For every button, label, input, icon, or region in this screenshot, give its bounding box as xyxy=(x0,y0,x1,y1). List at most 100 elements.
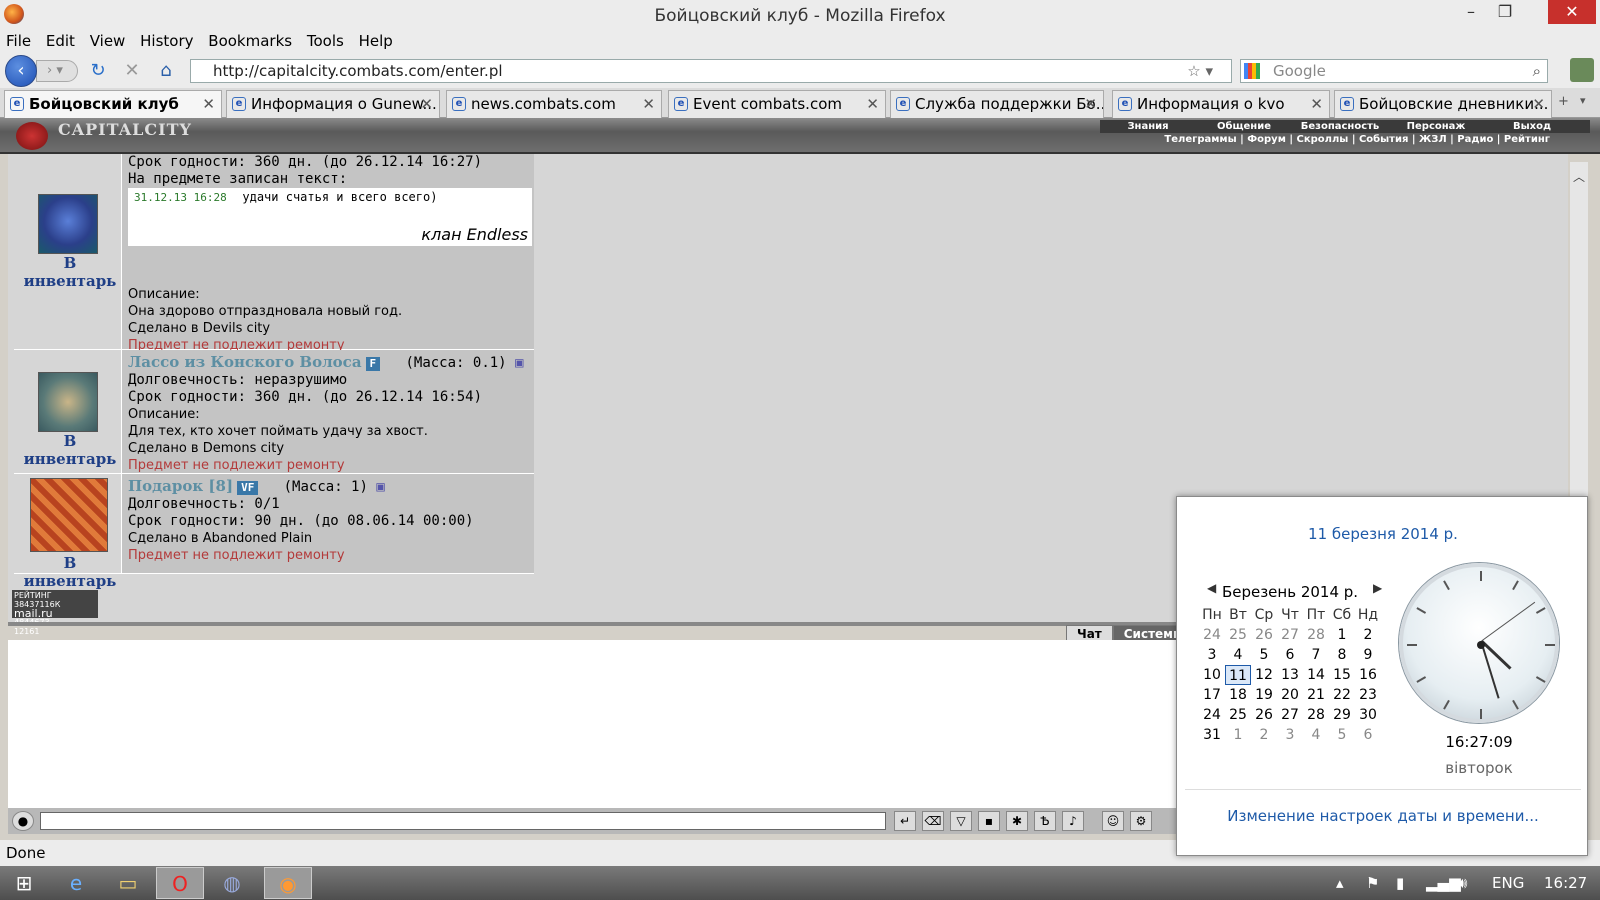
item-name[interactable]: Подарок [8] xyxy=(128,477,233,495)
game-menu-communication[interactable]: Общение xyxy=(1196,120,1292,133)
menu-file[interactable]: File xyxy=(6,30,31,52)
tab-diaries[interactable]: e Бойцовские дневники... ✕ xyxy=(1334,90,1552,118)
internet-explorer-icon[interactable]: e xyxy=(52,867,100,899)
calendar-day[interactable]: 31 xyxy=(1199,725,1225,745)
clear-icon[interactable]: ⌫ xyxy=(922,811,944,831)
calendar-day[interactable]: 20 xyxy=(1277,685,1303,705)
tab-event[interactable]: e Event combats.com ✕ xyxy=(668,90,886,118)
calendar-day[interactable]: 26 xyxy=(1251,705,1277,725)
calendar-day[interactable]: 2 xyxy=(1355,625,1381,645)
to-inventory-link[interactable]: В инвентарь xyxy=(16,432,124,468)
calendar-day[interactable]: 26 xyxy=(1251,625,1277,645)
tab-close-icon[interactable]: ✕ xyxy=(1084,91,1097,117)
calendar-day[interactable]: 16 xyxy=(1355,665,1381,685)
save-icon[interactable]: ▪ xyxy=(978,811,1000,831)
tab-close-icon[interactable]: ✕ xyxy=(420,91,433,117)
file-explorer-icon[interactable]: ▭ xyxy=(104,867,152,899)
calendar-day[interactable]: 4 xyxy=(1303,725,1329,745)
chat-input[interactable] xyxy=(40,812,886,830)
calendar-day[interactable]: 8 xyxy=(1329,645,1355,665)
calendar-day[interactable]: 27 xyxy=(1277,705,1303,725)
item-image[interactable] xyxy=(38,194,98,254)
calendar-day[interactable]: 5 xyxy=(1251,645,1277,665)
calendar-day[interactable]: 28 xyxy=(1303,625,1329,645)
language-indicator[interactable]: ENG xyxy=(1492,866,1524,900)
private-icon[interactable]: ✱ xyxy=(1006,811,1028,831)
date-time-settings-link[interactable]: Изменение настроек даты и времени... xyxy=(1177,807,1589,825)
menu-bookmarks[interactable]: Bookmarks xyxy=(208,30,292,52)
calendar-day[interactable]: 21 xyxy=(1303,685,1329,705)
calendar-day[interactable]: 11 xyxy=(1225,665,1251,685)
calendar-day[interactable]: 19 xyxy=(1251,685,1277,705)
start-icon[interactable]: ⊞ xyxy=(0,867,48,899)
calendar-day[interactable]: 3 xyxy=(1199,645,1225,665)
tab-fight-club[interactable]: e Бойцовский клуб ✕ xyxy=(4,90,222,118)
scrollbar[interactable]: ︿ xyxy=(1570,162,1588,498)
calendar-day[interactable]: 24 xyxy=(1199,625,1225,645)
reload-icon[interactable]: ↻ xyxy=(87,60,109,82)
flag-icon[interactable]: ⚑ xyxy=(1366,866,1379,900)
calendar-day[interactable]: 14 xyxy=(1303,665,1329,685)
game-submenu[interactable]: Телеграммы | Форум | Скроллы | События |… xyxy=(1105,134,1590,145)
tab-close-icon[interactable]: ✕ xyxy=(866,91,879,117)
calendar-day[interactable]: 25 xyxy=(1225,625,1251,645)
filter-icon[interactable]: ▽ xyxy=(950,811,972,831)
tab-close-icon[interactable]: ✕ xyxy=(1310,91,1323,117)
firefox-taskbar-icon[interactable]: ◉ xyxy=(264,867,312,899)
menu-edit[interactable]: Edit xyxy=(46,30,75,52)
tab-close-icon[interactable]: ✕ xyxy=(202,91,215,117)
to-inventory-link[interactable]: В инвентарь xyxy=(16,254,124,290)
addon-icon[interactable] xyxy=(1570,58,1594,82)
opera-icon[interactable]: O xyxy=(156,867,204,899)
smiley-icon[interactable]: ☺ xyxy=(1102,811,1124,831)
minimize-button[interactable]: – xyxy=(1456,0,1486,24)
item-image[interactable] xyxy=(30,478,108,552)
send-icon[interactable]: ↵ xyxy=(894,811,916,831)
calendar-day[interactable]: 2 xyxy=(1251,725,1277,745)
forward-button[interactable]: › ▾ xyxy=(36,60,78,82)
game-client-icon[interactable]: ◍ xyxy=(208,867,256,899)
calendar-day[interactable]: 5 xyxy=(1329,725,1355,745)
calendar-day[interactable]: 4 xyxy=(1225,645,1251,665)
calendar-day[interactable]: 22 xyxy=(1329,685,1355,705)
calendar-day[interactable]: 29 xyxy=(1329,705,1355,725)
stop-icon[interactable]: ✕ xyxy=(121,60,143,82)
translit-icon[interactable]: Ѣ xyxy=(1034,811,1056,831)
url-bar[interactable]: http://capitalcity.combats.com/enter.pl … xyxy=(190,59,1232,83)
taskbar-clock[interactable]: 16:27 xyxy=(1544,866,1587,900)
bookmark-star-icon[interactable]: ☆ ▾ xyxy=(1187,60,1213,82)
tab-close-icon[interactable]: ✕ xyxy=(642,91,655,117)
month-title[interactable]: Березень 2014 р. xyxy=(1205,583,1375,601)
battery-icon[interactable]: ▮ xyxy=(1396,866,1404,900)
calendar-day[interactable]: 15 xyxy=(1329,665,1355,685)
tab-support[interactable]: e Служба поддержки Бо... ✕ xyxy=(890,90,1104,118)
chat-options-icon[interactable]: ● xyxy=(12,811,34,831)
settings-icon[interactable]: ⚙ xyxy=(1130,811,1152,831)
menu-help[interactable]: Help xyxy=(359,30,393,52)
next-month-icon[interactable]: ▶ xyxy=(1373,581,1382,595)
new-tab-icon[interactable]: + xyxy=(1558,94,1569,109)
item-image[interactable] xyxy=(38,372,98,432)
game-menu-exit[interactable]: Выход xyxy=(1484,120,1580,133)
calendar-day[interactable]: 27 xyxy=(1277,625,1303,645)
back-button[interactable]: ‹ xyxy=(5,55,37,87)
calendar-day[interactable]: 9 xyxy=(1355,645,1381,665)
game-menu-security[interactable]: Безопасность xyxy=(1292,120,1388,133)
calendar-day[interactable]: 13 xyxy=(1277,665,1303,685)
calendar-day[interactable]: 10 xyxy=(1199,665,1225,685)
menu-history[interactable]: History xyxy=(140,30,193,52)
game-menu-knowledge[interactable]: Знания xyxy=(1100,120,1196,133)
calendar-day[interactable]: 17 xyxy=(1199,685,1225,705)
sound-icon[interactable]: ♪ xyxy=(1062,811,1084,831)
tray-expand-icon[interactable]: ▴ xyxy=(1336,866,1344,900)
full-date-link[interactable]: 11 березня 2014 р. xyxy=(1177,525,1589,543)
calendar-day[interactable]: 30 xyxy=(1355,705,1381,725)
calendar-day[interactable]: 25 xyxy=(1225,705,1251,725)
mailru-counter[interactable]: РЕЙТИНГ 38437116К mail.ru 4844673 12161 xyxy=(12,590,98,636)
tab-list-icon[interactable]: ▾ xyxy=(1580,94,1586,107)
tab-gunew[interactable]: e Информация о Gunew... ✕ xyxy=(226,90,440,118)
search-input[interactable]: Google ⌕ xyxy=(1240,59,1548,83)
item-name[interactable]: Лассо из Конского Волоса xyxy=(128,353,362,371)
chat-divider[interactable] xyxy=(8,622,1188,626)
calendar-day[interactable]: 24 xyxy=(1199,705,1225,725)
